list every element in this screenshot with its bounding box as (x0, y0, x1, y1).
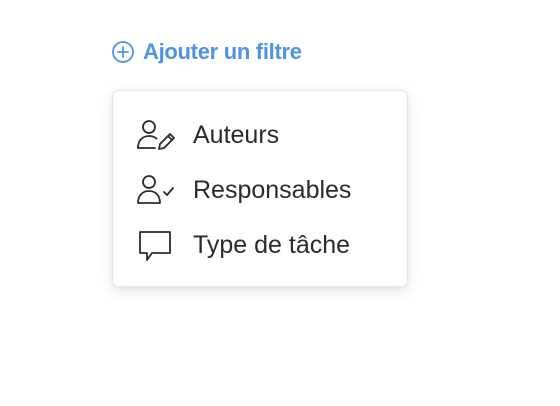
plus-circle-icon (111, 40, 135, 64)
user-edit-icon (135, 118, 177, 154)
add-filter-button[interactable]: Ajouter un filtre (111, 37, 302, 67)
menu-item-responsables[interactable]: Responsables (113, 163, 407, 218)
menu-item-authors[interactable]: Auteurs (113, 108, 407, 163)
filter-dropdown-menu: Auteurs Responsables Type de tâche (112, 90, 408, 287)
menu-item-task-type[interactable]: Type de tâche (113, 218, 407, 273)
filter-panel: Ajouter un filtre Auteurs Responsables T… (0, 0, 560, 406)
menu-item-label: Type de tâche (193, 231, 351, 259)
menu-item-label: Responsables (193, 176, 352, 204)
add-filter-label: Ajouter un filtre (143, 39, 302, 64)
speech-bubble-icon (135, 228, 177, 264)
user-check-icon (135, 173, 177, 209)
menu-item-label: Auteurs (193, 121, 280, 149)
